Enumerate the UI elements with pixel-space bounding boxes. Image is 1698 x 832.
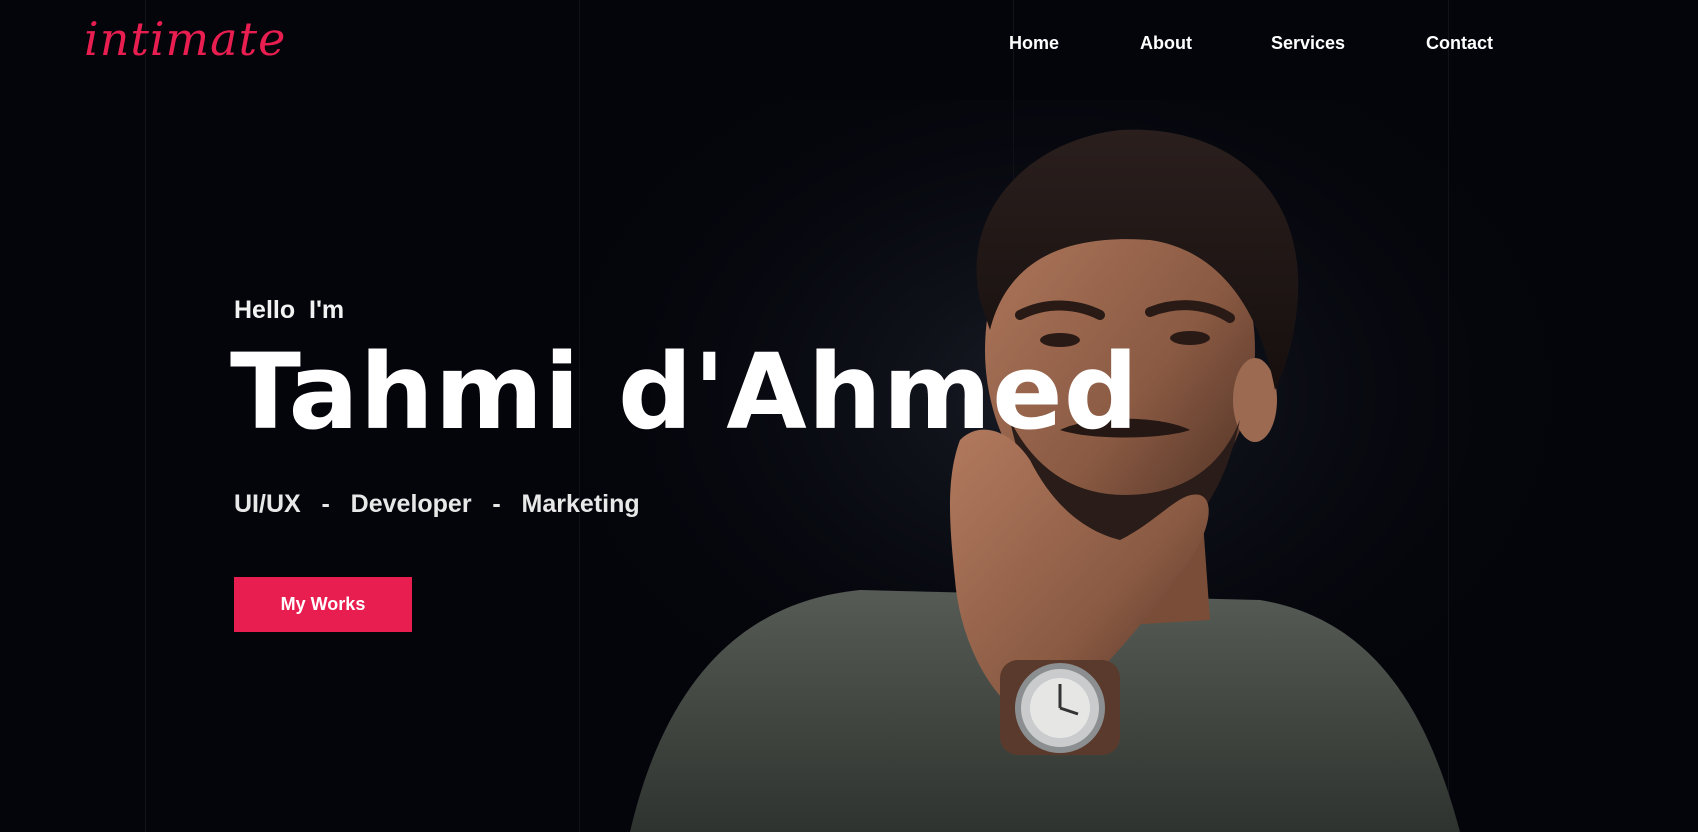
brand-logo[interactable]: intimate <box>84 12 286 66</box>
nav-item-home[interactable]: Home <box>1009 33 1059 54</box>
my-works-button[interactable]: My Works <box>234 577 412 632</box>
hero-greeting: Hello I'm <box>234 296 345 324</box>
hero-roles: UI/UX - Developer - Marketing <box>234 490 640 518</box>
grid-line <box>145 0 146 832</box>
nav-item-contact[interactable]: Contact <box>1426 33 1493 54</box>
nav-item-about[interactable]: About <box>1140 33 1192 54</box>
hero-portrait-image <box>560 100 1560 832</box>
nav-item-services[interactable]: Services <box>1271 33 1345 54</box>
hero-name: Tahmi d'Ahmed <box>230 331 1140 453</box>
